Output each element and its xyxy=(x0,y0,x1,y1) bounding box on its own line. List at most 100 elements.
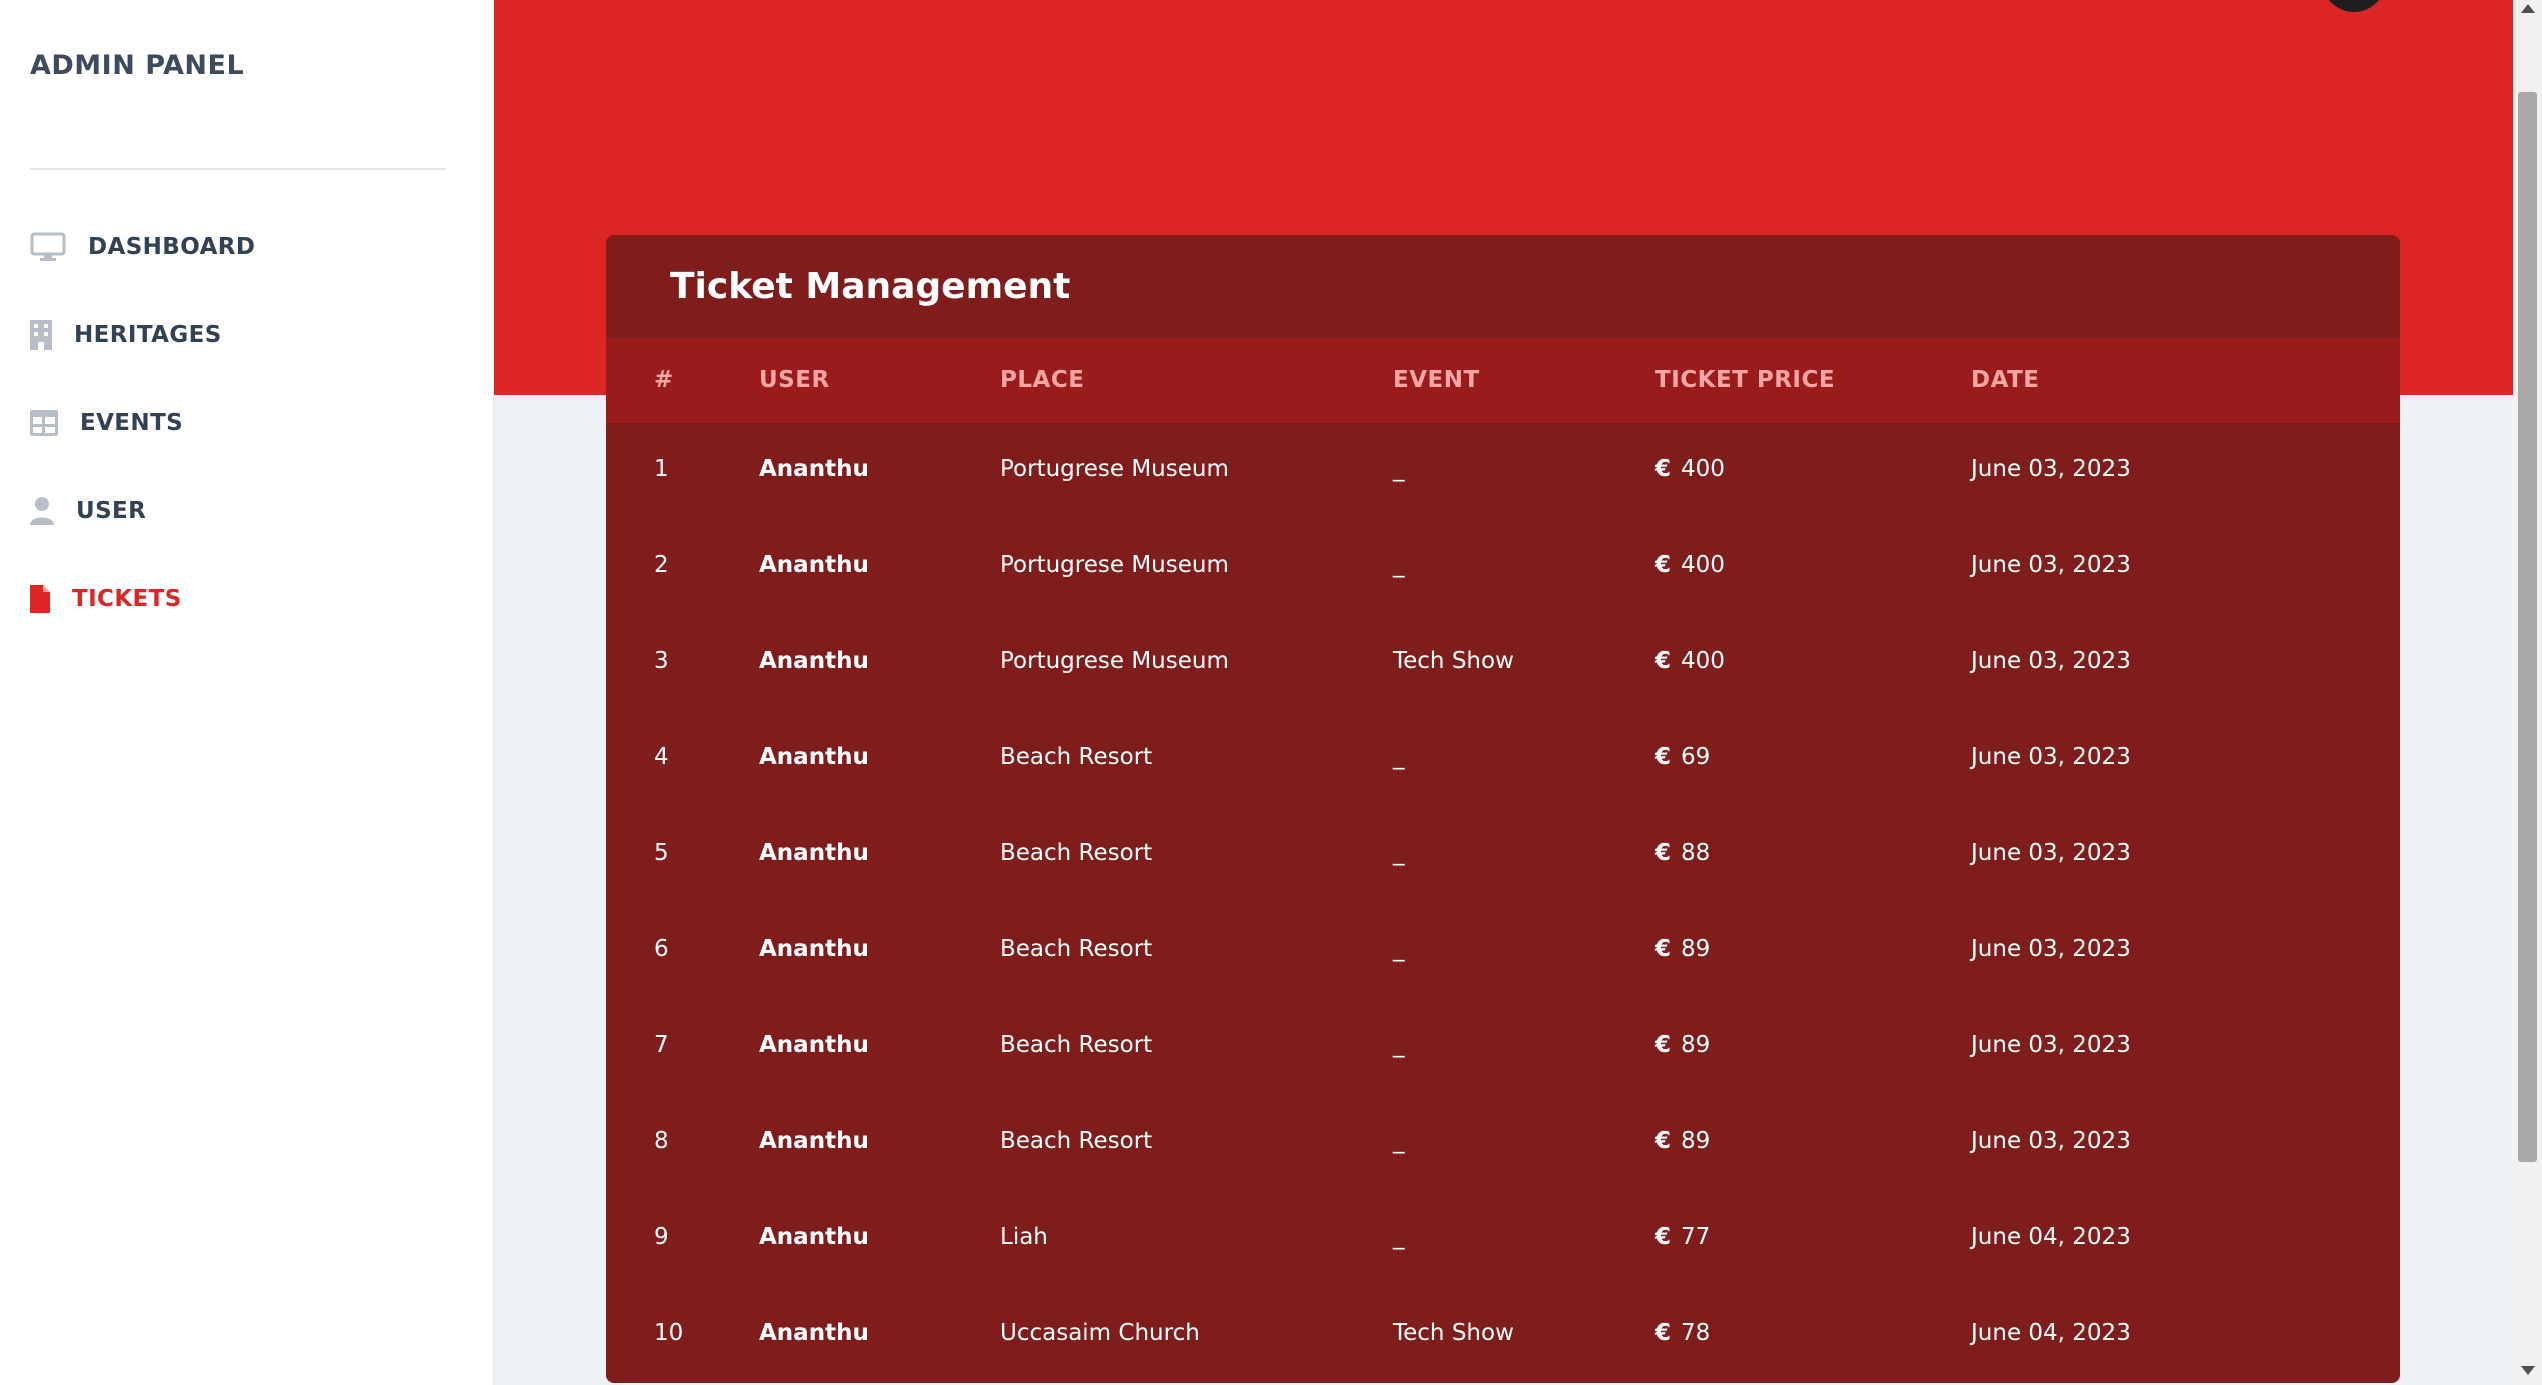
sidebar-item-label: USER xyxy=(76,498,147,524)
vertical-scrollbar[interactable] xyxy=(2513,0,2542,1385)
table-body: 1 Ananthu Portugrese Museum _ €400 June 03, 2… xyxy=(606,421,2400,1381)
currency-symbol: € xyxy=(1655,744,1672,770)
cell-place: Beach Resort xyxy=(1000,1128,1153,1154)
cell-number: 5 xyxy=(654,840,669,866)
cell-number: 6 xyxy=(654,936,669,962)
price-value: 400 xyxy=(1681,456,1725,483)
cell-number: 9 xyxy=(654,1224,669,1250)
scroll-up-icon[interactable] xyxy=(2521,4,2535,13)
user-icon xyxy=(30,497,54,525)
table-icon xyxy=(30,410,58,436)
table-row: 2 Ananthu Portugrese Museum _ €400 June 03, 2… xyxy=(606,517,2400,613)
price-value: 400 xyxy=(1681,552,1725,578)
ticket-management-card: Ticket Management # USER PLACE EVENT TIC… xyxy=(606,235,2400,1383)
cell-event: _ xyxy=(1393,1032,1405,1058)
cell-number: 8 xyxy=(654,1128,669,1154)
cell-ticket-price: €77 xyxy=(1654,1189,1970,1285)
cell-event: _ xyxy=(1393,936,1405,962)
sidebar-item-heritages[interactable]: HERITAGES xyxy=(30,310,222,360)
cell-ticket-price: €88 xyxy=(1654,805,1970,901)
cell-event: _ xyxy=(1393,1224,1405,1250)
cell-ticket-price: €89 xyxy=(1654,1093,1970,1189)
scroll-thumb[interactable] xyxy=(2518,92,2537,1162)
cell-place: Beach Resort xyxy=(1000,840,1153,866)
building-icon xyxy=(30,320,52,350)
cell-date: June 03, 2023 xyxy=(1971,936,2131,962)
cell-date: June 03, 2023 xyxy=(1971,1032,2131,1058)
cell-date: June 04, 2023 xyxy=(1971,1320,2131,1346)
price-value: 89 xyxy=(1681,1032,1711,1058)
cell-number: 4 xyxy=(654,744,669,770)
cell-place: Beach Resort xyxy=(1000,1032,1153,1058)
column-header-place: PLACE xyxy=(999,339,1392,422)
currency-symbol: € xyxy=(1655,552,1672,578)
cell-user: Ananthu xyxy=(759,1032,869,1058)
cell-date: June 03, 2023 xyxy=(1971,456,2131,483)
monitor-icon xyxy=(30,232,66,262)
cell-ticket-price: €400 xyxy=(1654,421,1970,517)
table-row: 7 Ananthu Beach Resort _ €89 June 03, 2023 xyxy=(606,997,2400,1093)
cell-ticket-price: €400 xyxy=(1654,613,1970,709)
price-value: 69 xyxy=(1681,744,1711,770)
cell-number: 3 xyxy=(654,648,669,674)
table-row: 6 Ananthu Beach Resort _ €89 June 03, 2023 xyxy=(606,901,2400,997)
cell-ticket-price: €69 xyxy=(1654,709,1970,805)
cell-place: Beach Resort xyxy=(1000,744,1153,770)
currency-symbol: € xyxy=(1655,840,1672,866)
cell-user: Ananthu xyxy=(759,1224,869,1250)
cell-event: _ xyxy=(1393,552,1405,578)
price-value: 88 xyxy=(1681,840,1711,866)
currency-symbol: € xyxy=(1655,1224,1672,1250)
currency-symbol: € xyxy=(1655,648,1672,674)
cell-event: _ xyxy=(1393,456,1405,483)
cell-user: Ananthu xyxy=(759,936,869,962)
sidebar-item-label: HERITAGES xyxy=(74,322,222,348)
sidebar-item-user[interactable]: USER xyxy=(30,486,146,536)
cell-number: 1 xyxy=(654,456,669,483)
cell-date: June 03, 2023 xyxy=(1971,552,2131,578)
cell-event: Tech Show xyxy=(1393,1320,1514,1346)
cell-number: 2 xyxy=(654,552,669,578)
currency-symbol: € xyxy=(1655,456,1672,483)
sidebar-item-events[interactable]: EVENTS xyxy=(30,398,183,448)
table-row: 1 Ananthu Portugrese Museum _ €400 June 03, 2… xyxy=(606,421,2400,517)
currency-symbol: € xyxy=(1655,1128,1672,1154)
table-row: 4 Ananthu Beach Resort _ €69 June 03, 2023 xyxy=(606,709,2400,805)
tickets-table: # USER PLACE EVENT TICKET PRICE DATE 1 An… xyxy=(606,339,2400,1381)
price-value: 89 xyxy=(1681,1128,1711,1154)
cell-event: _ xyxy=(1393,744,1405,770)
cell-place: Uccasaim Church xyxy=(1000,1320,1200,1346)
cell-number: 10 xyxy=(654,1320,684,1346)
cell-place: Portugrese Museum xyxy=(1000,552,1229,578)
table-row: 5 Ananthu Beach Resort _ €88 June 03, 2023 xyxy=(606,805,2400,901)
cell-event: Tech Show xyxy=(1393,648,1514,674)
table-row: 8 Ananthu Beach Resort _ €89 June 03, 2023 xyxy=(606,1093,2400,1189)
sidebar: ADMIN PANEL DASHBOARD HERITAGES EVENTS U… xyxy=(0,0,494,1385)
sidebar-item-label: DASHBOARD xyxy=(88,234,256,260)
cell-user: Ananthu xyxy=(759,1320,869,1346)
column-header-date: DATE xyxy=(1970,339,2400,422)
price-value: 77 xyxy=(1681,1224,1711,1250)
column-header-user: USER xyxy=(758,339,999,422)
sidebar-item-dashboard[interactable]: DASHBOARD xyxy=(30,222,255,272)
scroll-down-icon[interactable] xyxy=(2521,1366,2535,1375)
cell-place: Portugrese Museum xyxy=(1000,648,1229,674)
column-header-ticket-price: TICKET PRICE xyxy=(1654,339,1970,422)
sidebar-divider xyxy=(30,168,446,170)
file-icon xyxy=(30,585,50,613)
cell-event: _ xyxy=(1393,840,1405,866)
sidebar-item-tickets[interactable]: TICKETS xyxy=(30,574,182,624)
cell-user: Ananthu xyxy=(759,648,869,674)
cell-event: _ xyxy=(1393,1128,1405,1154)
sidebar-item-label: TICKETS xyxy=(72,586,182,612)
price-value: 400 xyxy=(1681,648,1725,674)
table-header-row: # USER PLACE EVENT TICKET PRICE DATE xyxy=(606,339,2400,422)
cell-ticket-price: €89 xyxy=(1654,997,1970,1093)
column-header-event: EVENT xyxy=(1392,339,1654,422)
cell-user: Ananthu xyxy=(759,552,869,578)
currency-symbol: € xyxy=(1655,1320,1672,1346)
main-content: Ticket Management # USER PLACE EVENT TIC… xyxy=(494,0,2513,1385)
cell-user: Ananthu xyxy=(759,744,869,770)
cell-date: June 03, 2023 xyxy=(1971,744,2131,770)
cell-place: Beach Resort xyxy=(1000,936,1153,962)
